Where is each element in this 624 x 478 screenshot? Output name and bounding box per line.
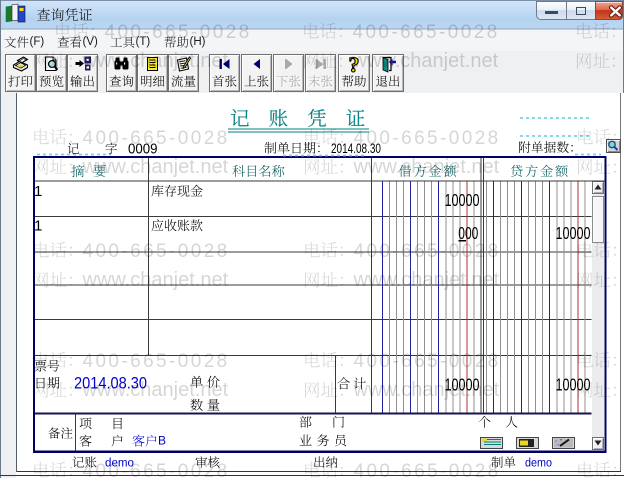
svg-text:www.chanjet.net: www.chanjet.net (82, 156, 229, 178)
svg-text:400-665-0028: 400-665-0028 (83, 461, 230, 478)
svg-text:400-665-0028: 400-665-0028 (354, 351, 501, 372)
svg-text:demo: demo (525, 455, 552, 469)
svg-text:www.chanjet.net: www.chanjet.net (353, 156, 500, 178)
svg-text:www.chanjet.net: www.chanjet.net (352, 50, 499, 72)
svg-text:10000: 10000 (556, 374, 591, 394)
svg-text:(V): (V) (83, 36, 99, 48)
svg-text:400-665-0028: 400-665-0028 (354, 461, 501, 478)
svg-text:10000: 10000 (445, 190, 480, 210)
svg-text:www.chanjet.net: www.chanjet.net (353, 269, 500, 291)
svg-text:1: 1 (34, 217, 42, 234)
svg-text:www.chanjet.net: www.chanjet.net (82, 50, 229, 72)
svg-text:400-665-0028: 400-665-0028 (354, 128, 501, 149)
svg-text:www.chanjet.net: www.chanjet.net (353, 379, 500, 401)
svg-text:400-665-0028: 400-665-0028 (83, 241, 230, 262)
svg-text:10000: 10000 (556, 223, 591, 243)
svg-text:400-665-0028: 400-665-0028 (83, 351, 230, 372)
svg-text:400-665-0028: 400-665-0028 (105, 22, 252, 43)
svg-text:www.chanjet.net: www.chanjet.net (82, 269, 229, 291)
svg-text:www.chanjet.net: www.chanjet.net (82, 379, 229, 401)
svg-text:(F): (F) (30, 36, 45, 48)
svg-text:400-665-0028: 400-665-0028 (353, 22, 500, 43)
svg-text:B: B (158, 433, 166, 447)
svg-text:400-665-0028: 400-665-0028 (83, 128, 230, 149)
svg-text:400-665-0028: 400-665-0028 (354, 241, 501, 262)
svg-text:1: 1 (34, 183, 42, 200)
